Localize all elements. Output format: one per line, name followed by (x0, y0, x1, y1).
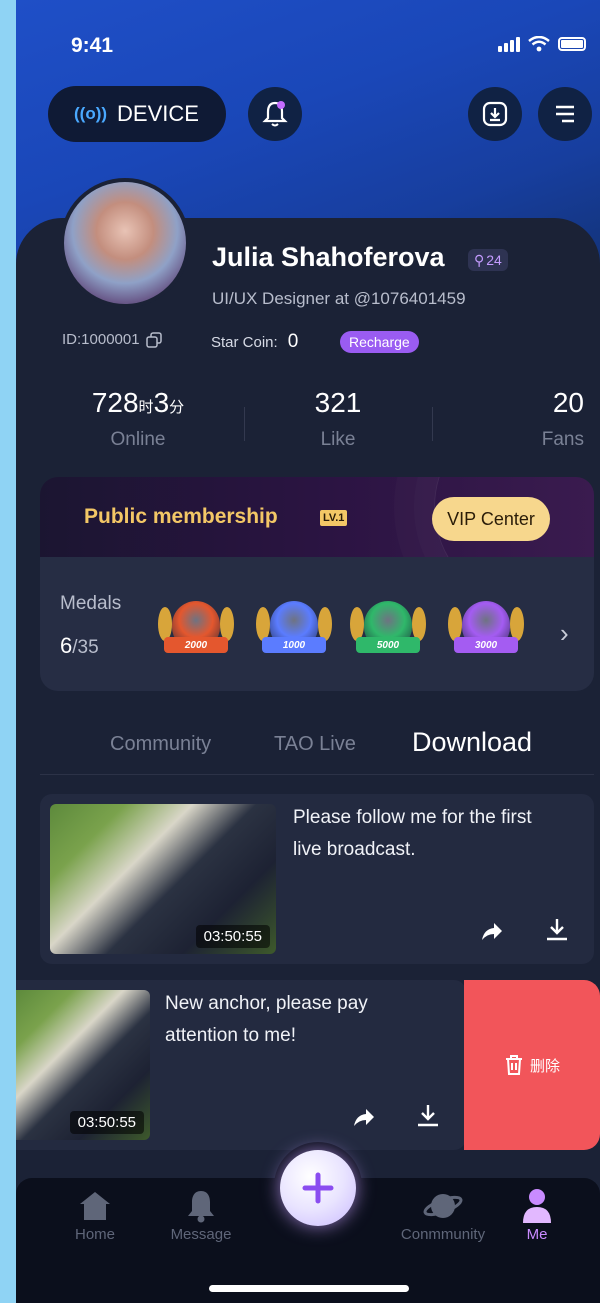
recharge-button[interactable]: Recharge (340, 331, 419, 353)
copy-icon[interactable] (145, 331, 162, 348)
content-tabs: Community TAO Live Download (40, 725, 594, 775)
stat-online-value: 728时3分 (91, 387, 185, 418)
tab-home[interactable]: Home (50, 1186, 140, 1243)
medals-count: 6/35 (60, 633, 99, 658)
medal-badge[interactable]: 5000 (350, 593, 426, 663)
pin-icon: ⚲ (474, 251, 485, 268)
membership-title: Public membership (84, 505, 278, 528)
phone-screen: 9:41 ((o)) DEVICE Julia Shahoferova ⚲ 24… (16, 0, 600, 1303)
download-icon[interactable] (544, 916, 570, 942)
device-button[interactable]: ((o)) DEVICE (48, 86, 226, 142)
medal-wing (318, 607, 332, 641)
stat-online: 728时3分 Online (68, 387, 208, 451)
battery-icon (558, 37, 586, 51)
bell-icon (262, 101, 288, 127)
delete-label: 删除 (529, 1057, 560, 1075)
stat-like-value: 321 (314, 387, 362, 418)
stat-divider (244, 407, 245, 441)
profile-name: Julia Shahoferova (212, 242, 445, 272)
medal-ribbon: 2000 (164, 637, 228, 653)
user-id: ID:1000001 (62, 331, 162, 348)
profile-icon (523, 1189, 551, 1223)
stat-fans-label: Fans (541, 429, 584, 450)
medal-wing (220, 607, 234, 641)
share-icon[interactable] (480, 920, 504, 942)
menu-icon (556, 105, 574, 123)
signal-icon (498, 36, 520, 52)
level-badge: ⚲ 24 (468, 249, 508, 271)
plus-icon (302, 1172, 334, 1204)
video-title: Please follow me for the first live broa… (293, 807, 532, 860)
stat-like[interactable]: 321 Like (278, 387, 398, 451)
status-icons (498, 36, 586, 52)
membership-level-badge: LV.1 (320, 510, 348, 526)
stat-fans-value: 20 (552, 387, 584, 418)
tab-community-label: Conmmunity (400, 1226, 486, 1243)
medal-ribbon: 3000 (454, 637, 518, 653)
medal-badge[interactable]: 3000 (448, 593, 524, 663)
planet-icon (423, 1194, 463, 1218)
create-button[interactable] (280, 1150, 356, 1226)
chevron-right-icon[interactable]: › (560, 618, 569, 649)
wifi-icon (528, 36, 550, 52)
download-icon[interactable] (415, 1102, 441, 1128)
star-coin: Star Coin: 0 (211, 331, 298, 353)
video-duration: 03:50:55 (195, 925, 270, 948)
avatar[interactable] (60, 178, 190, 308)
tab-message-label: Message (170, 1226, 232, 1243)
home-indicator (209, 1285, 409, 1292)
stat-fans[interactable]: 20 Fans (484, 387, 584, 451)
stat-divider (432, 407, 433, 441)
video-duration: 03:50:55 (69, 1111, 144, 1134)
tab-community[interactable]: Community (110, 733, 211, 756)
medal-wing (510, 607, 524, 641)
tab-community-nav[interactable]: Conmmunity (398, 1186, 488, 1243)
video-title: New anchor, please pay attention to me! (165, 993, 368, 1046)
user-id-text: ID:1000001 (62, 331, 140, 348)
level-value: 24 (486, 252, 502, 268)
profile-subtitle: UI/UX Designer at @1076401459 (212, 289, 466, 308)
stat-like-label: Like (320, 429, 356, 450)
medal-badge[interactable]: 2000 (158, 593, 234, 663)
medal-badge[interactable]: 1000 (256, 593, 332, 663)
star-coin-value: 0 (287, 331, 299, 352)
download-manager-button[interactable] (468, 87, 522, 141)
medal-ribbon: 1000 (262, 637, 326, 653)
broadcast-icon: ((o)) (74, 104, 108, 123)
share-icon[interactable] (352, 1106, 376, 1128)
medal-ribbon: 5000 (356, 637, 420, 653)
tab-message[interactable]: Message (156, 1186, 246, 1243)
home-icon (80, 1192, 110, 1220)
vip-center-button[interactable]: VIP Center (432, 497, 550, 541)
menu-button[interactable] (538, 87, 592, 141)
medal-wing (158, 607, 172, 641)
trash-icon (505, 1055, 522, 1075)
bell-icon (188, 1191, 214, 1223)
download-box-icon (482, 101, 508, 127)
device-label: DEVICE (117, 101, 199, 126)
medal-wing (412, 607, 426, 641)
status-bar: 9:41 (16, 30, 600, 60)
tab-tao-live[interactable]: TAO Live (274, 733, 356, 756)
status-time: 9:41 (71, 34, 114, 57)
medals-label: Medals (60, 593, 122, 614)
notification-button[interactable] (248, 87, 302, 141)
medal-wing (256, 607, 270, 641)
stats-row: 728时3分 Online 321 Like 20 Fans (16, 387, 600, 467)
star-coin-label: Star Coin: (211, 333, 278, 351)
video-thumbnail[interactable]: 03:50:55 (16, 990, 150, 1140)
medal-wing (448, 607, 462, 641)
stat-online-label: Online (110, 429, 166, 450)
tab-home-label: Home (74, 1226, 115, 1243)
delete-button[interactable]: 删除 (464, 980, 600, 1150)
medal-wing (350, 607, 364, 641)
tab-me-label: Me (526, 1226, 548, 1243)
tab-me[interactable]: Me (492, 1186, 582, 1243)
video-thumbnail[interactable]: 03:50:55 (50, 804, 276, 954)
tab-download[interactable]: Download (412, 727, 532, 758)
